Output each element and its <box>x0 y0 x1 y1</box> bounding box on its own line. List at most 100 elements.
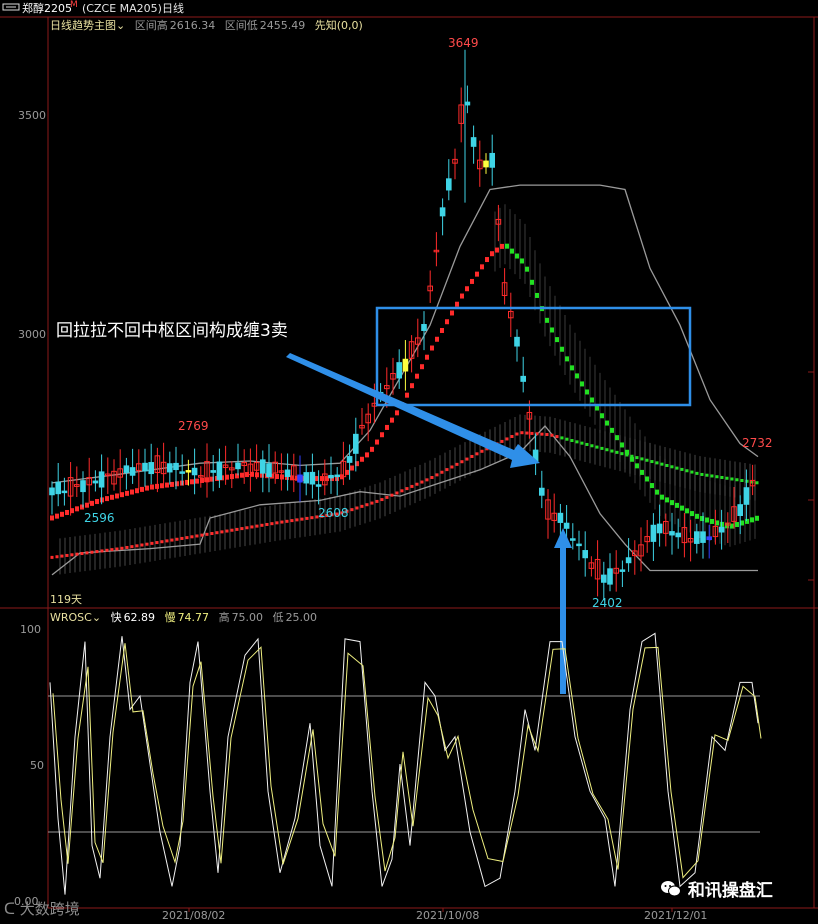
slow-trend-segment <box>590 444 594 448</box>
slow-trend-segment <box>60 554 64 558</box>
upper-hatch-band <box>494 204 756 547</box>
slow-trend-segment <box>655 461 659 465</box>
slow-trend-segment <box>210 532 214 536</box>
fast-trend-segment <box>565 356 569 362</box>
fast-trend-segment <box>95 499 99 505</box>
slow-trend-segment <box>205 532 209 536</box>
fast-trend-segment <box>480 264 484 270</box>
slow-trend-segment <box>505 437 509 441</box>
high-left-label: 2769 <box>178 419 209 433</box>
slow-trend-segment <box>310 516 314 520</box>
slow-trend-segment <box>65 553 69 557</box>
slow-trend-segment <box>600 446 604 450</box>
fast-trend-segment <box>390 417 394 423</box>
fast-trend-segment <box>665 497 669 503</box>
osc-name[interactable]: WROSC⌄ <box>50 611 101 624</box>
fast-trend-segment <box>550 327 554 333</box>
candle-body <box>235 462 241 470</box>
slow-trend-segment <box>90 550 94 554</box>
annotation-text: 回拉拉不回中枢区间构成缠3卖 <box>56 321 288 341</box>
slow-trend-segment <box>525 431 529 435</box>
fast-trend-segment <box>635 463 639 469</box>
slow-trend-segment <box>415 482 419 486</box>
slow-trend-segment <box>75 552 79 556</box>
slow-trend-segment <box>695 471 699 475</box>
slow-trend-segment <box>140 543 144 547</box>
fast-trend-segment <box>695 513 699 519</box>
candle-body <box>737 504 744 516</box>
slow-trend-segment <box>95 550 99 554</box>
candle-body <box>706 536 713 541</box>
fast-trend-segment <box>675 502 679 508</box>
slow-trend-segment <box>640 457 644 461</box>
fast-trend-segment <box>350 465 354 471</box>
candle-body <box>421 324 427 331</box>
chart-window: 郑醇2205 M (CZCE MA205) 日线 日线趋势主图⌄ 区间高 2616… <box>0 0 818 924</box>
slow-trend-segment <box>435 473 439 477</box>
fast-trend-segment <box>640 469 644 475</box>
fast-trend-segment <box>655 489 659 495</box>
slow-trend-segment <box>530 431 534 435</box>
fast-trend-segment <box>735 522 739 528</box>
slow-trend-segment <box>395 491 399 495</box>
candle-body <box>297 474 303 483</box>
fast-trend-segment <box>190 479 194 485</box>
slow-trend-segment <box>50 555 54 559</box>
slow-trend-segment <box>100 549 104 553</box>
fast-trend-segment <box>660 494 664 500</box>
slow-trend-segment <box>450 465 454 469</box>
candle-body <box>129 467 136 476</box>
candle-body <box>353 433 359 454</box>
candle-body <box>123 465 130 473</box>
candle-body <box>266 463 272 478</box>
fast-trend-segment <box>455 301 459 307</box>
slow-trend-segment <box>135 544 139 548</box>
fast-trend-segment <box>585 389 589 395</box>
slow-trend-segment <box>500 439 504 443</box>
slow-trend-segment <box>580 441 584 445</box>
candle-body <box>601 574 607 583</box>
slow-trend-segment <box>510 434 514 438</box>
slow-trend-segment <box>360 504 364 508</box>
slow-trend-segment <box>350 508 354 512</box>
peak-price-label: 3649 <box>448 36 479 50</box>
slow-trend-segment <box>480 449 484 453</box>
slow-trend-segment <box>305 516 309 520</box>
fast-trend-segment <box>650 483 654 489</box>
slow-trend-segment <box>245 526 249 530</box>
fast-trend-segment <box>705 517 709 523</box>
slow-trend-segment <box>625 453 629 457</box>
slow-trend-segment <box>465 457 469 461</box>
slow-trend-segment <box>215 531 219 535</box>
candle-body <box>216 461 223 480</box>
fast-trend-segment <box>75 506 79 512</box>
slow-trend-segment <box>260 523 264 527</box>
price-chart[interactable]: 3500 3000 3649 2769 2596 2608 2402 2732 … <box>0 0 818 924</box>
candle-body <box>402 358 409 372</box>
slow-trend-segment <box>570 439 574 443</box>
candle-body <box>148 462 154 475</box>
slow-trend-segment <box>520 431 524 435</box>
slow-trend-segment <box>540 432 544 436</box>
chevron-down-icon[interactable]: ⌄ <box>92 611 101 624</box>
candle-body <box>167 463 173 473</box>
slow-trend-segment <box>380 498 384 502</box>
fast-trend-segment <box>145 485 149 491</box>
candle-body <box>582 550 589 559</box>
fast-trend-segment <box>60 511 64 517</box>
diagonal-arrow-icon <box>286 353 540 468</box>
fast-trend-segment <box>755 515 759 521</box>
slow-trend-segment <box>615 450 619 454</box>
osc-tick-100: 100 <box>20 623 41 636</box>
watermark-left: ᑕ 大数跨境 <box>4 898 80 919</box>
fast-trend-segment <box>560 346 564 352</box>
candle-body <box>694 531 700 544</box>
fast-trend-segment <box>670 500 674 506</box>
candle-body <box>303 472 309 484</box>
fast-trend-segment <box>545 317 549 323</box>
candle-body <box>92 480 99 484</box>
fast-trend-segment <box>420 364 424 370</box>
fast-trend-segment <box>385 424 389 430</box>
fast-trend-segment <box>745 518 749 524</box>
candle-body <box>173 462 179 471</box>
